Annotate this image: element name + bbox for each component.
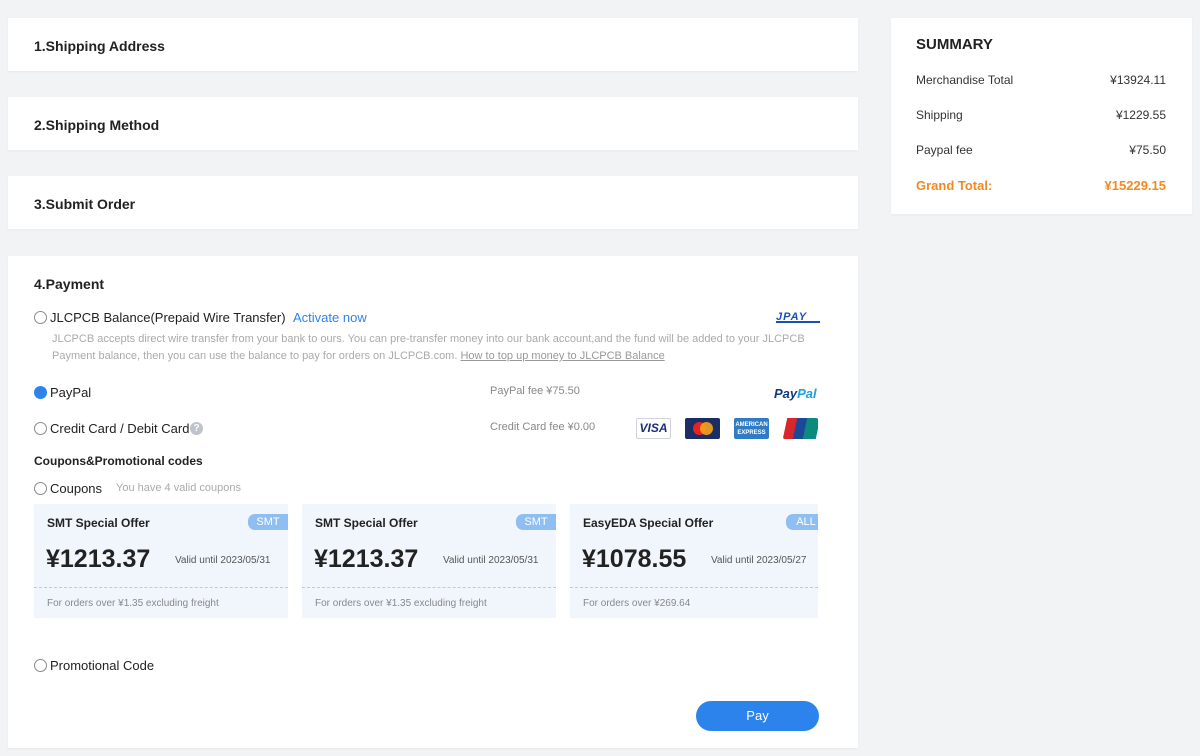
grand-total-value: ¥15229.15 xyxy=(1104,178,1166,193)
coupon-condition: For orders over ¥1.35 excluding freight xyxy=(315,598,487,609)
question-icon[interactable]: ? xyxy=(190,422,203,435)
balance-description: JLCPCB accepts direct wire transfer from… xyxy=(52,331,832,365)
balance-label[interactable]: JLCPCB Balance(Prepaid Wire Transfer) xyxy=(50,310,286,325)
coupons-radio[interactable] xyxy=(34,482,47,495)
coupon-amount: ¥1213.37 xyxy=(314,545,419,573)
shipping-value: ¥1229.55 xyxy=(1115,108,1166,122)
balance-radio[interactable] xyxy=(34,311,47,324)
amex-icon: AMERICAN EXPRESS xyxy=(734,418,769,439)
coupon-divider xyxy=(34,587,288,588)
shipping-label: Shipping xyxy=(916,108,963,122)
shipping-row: Shipping ¥1229.55 xyxy=(916,108,1166,124)
summary-panel: SUMMARY Merchandise Total ¥13924.11 Ship… xyxy=(891,18,1192,214)
promo-code-label[interactable]: Promotional Code xyxy=(50,658,154,673)
merchandise-total-label: Merchandise Total xyxy=(916,73,1014,87)
mastercard-icon xyxy=(685,418,720,439)
paypal-logo: PayPal xyxy=(774,386,817,401)
card-fee: Credit Card fee ¥0.00 xyxy=(490,421,596,433)
balance-description-text: JLCPCB accepts direct wire transfer from… xyxy=(52,333,805,362)
coupon-amount: ¥1213.37 xyxy=(46,545,151,573)
grand-total-label: Grand Total: xyxy=(916,178,993,193)
card-label[interactable]: Credit Card / Debit Card xyxy=(50,421,189,436)
paypal-fee-value: ¥75.50 xyxy=(1129,143,1166,157)
coupon-title: EasyEDA Special Offer xyxy=(583,516,714,530)
grand-total-row: Grand Total: ¥15229.15 xyxy=(916,178,1166,194)
coupon-divider xyxy=(570,587,818,588)
submit-order-panel[interactable]: 3.Submit Order xyxy=(8,176,858,229)
shipping-method-panel[interactable]: 2.Shipping Method xyxy=(8,97,858,150)
coupon-card[interactable]: SMT Special Offer SMT ¥1213.37 Valid unt… xyxy=(302,504,556,618)
coupon-validity: Valid until 2023/05/31 xyxy=(443,555,539,566)
unionpay-icon xyxy=(783,418,818,439)
coupon-tag: ALL xyxy=(786,514,818,530)
jpay-logo: JPAY xyxy=(776,311,820,323)
paypal-fee: PayPal fee ¥75.50 xyxy=(490,385,580,397)
coupon-divider xyxy=(302,587,556,588)
coupon-title: SMT Special Offer xyxy=(47,516,150,530)
coupon-validity: Valid until 2023/05/31 xyxy=(175,555,271,566)
coupon-amount: ¥1078.55 xyxy=(582,545,687,573)
coupon-condition: For orders over ¥269.64 xyxy=(583,598,691,609)
promo-code-radio[interactable] xyxy=(34,659,47,672)
coupon-title: SMT Special Offer xyxy=(315,516,418,530)
coupons-hint: You have 4 valid coupons xyxy=(116,482,241,494)
merchandise-total-value: ¥13924.11 xyxy=(1110,73,1166,87)
coupon-tag: SMT xyxy=(248,514,288,530)
coupons-section-title: Coupons&Promotional codes xyxy=(34,454,203,468)
paypal-fee-row: Paypal fee ¥75.50 xyxy=(916,143,1166,159)
payment-title: 4.Payment xyxy=(34,276,105,292)
shipping-method-title: 2.Shipping Method xyxy=(34,117,160,133)
coupon-tag: SMT xyxy=(516,514,556,530)
paypal-fee-label: Paypal fee xyxy=(916,143,973,157)
paypal-radio[interactable] xyxy=(34,386,47,399)
shipping-address-panel[interactable]: 1.Shipping Address xyxy=(8,18,858,71)
paypal-logo-pal: Pal xyxy=(797,386,817,401)
coupon-card[interactable]: SMT Special Offer SMT ¥1213.37 Valid unt… xyxy=(34,504,288,618)
paypal-label[interactable]: PayPal xyxy=(50,385,91,400)
merchandise-total-row: Merchandise Total ¥13924.11 xyxy=(916,73,1166,89)
card-radio[interactable] xyxy=(34,422,47,435)
coupons-label[interactable]: Coupons xyxy=(50,481,102,496)
submit-order-title: 3.Submit Order xyxy=(34,196,136,212)
shipping-address-title: 1.Shipping Address xyxy=(34,38,165,54)
payment-panel: 4.Payment JLCPCB Balance(Prepaid Wire Tr… xyxy=(8,256,858,748)
summary-title: SUMMARY xyxy=(916,36,993,53)
coupon-condition: For orders over ¥1.35 excluding freight xyxy=(47,598,219,609)
activate-now-link[interactable]: Activate now xyxy=(293,310,367,325)
coupon-card[interactable]: EasyEDA Special Offer ALL ¥1078.55 Valid… xyxy=(570,504,818,618)
paypal-logo-pay: Pay xyxy=(774,386,798,401)
visa-icon: VISA xyxy=(636,418,671,439)
pay-button[interactable]: Pay xyxy=(696,701,819,731)
coupon-validity: Valid until 2023/05/27 xyxy=(711,555,807,566)
top-up-help-link[interactable]: How to top up money to JLCPCB Balance xyxy=(460,350,664,362)
